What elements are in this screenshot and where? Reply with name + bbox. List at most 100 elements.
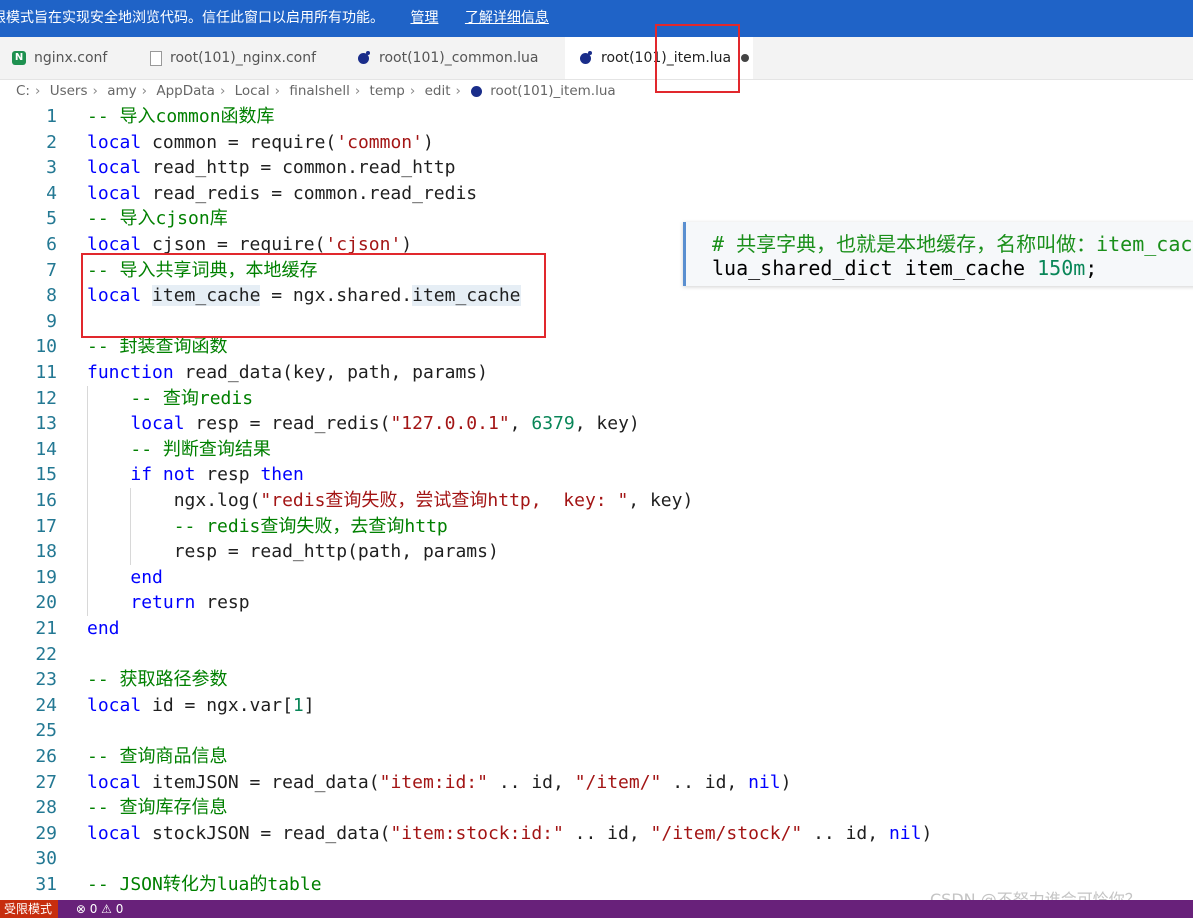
code-token: "127.0.0.1" (390, 413, 510, 435)
code-line[interactable]: 22 (0, 642, 1193, 668)
code-line[interactable]: 8 local item_cache = ngx.shared.item_cach… (0, 283, 1193, 309)
code-line[interactable]: 25 (0, 718, 1193, 744)
code-line[interactable]: 4 local read_redis = common.read_redis (0, 181, 1193, 207)
learn-more-link[interactable]: 了解详细信息 (465, 10, 549, 26)
line-number: 20 (35, 592, 57, 614)
code-text: local stockJSON = read_data("item:stock:… (87, 821, 932, 847)
tab-root-nginx-conf[interactable]: root(101)_nginx.conf (150, 37, 335, 79)
breadcrumb-item[interactable]: Users (50, 83, 88, 99)
line-number: 26 (35, 746, 57, 767)
code-line[interactable]: 21 end (0, 616, 1193, 642)
code-line[interactable]: 15 if not resp then (0, 462, 1193, 488)
code-line[interactable]: 30 (0, 846, 1193, 872)
popup-code-size: 150m (1037, 256, 1086, 280)
line-number: 2 (46, 131, 57, 153)
lua-icon (357, 51, 371, 65)
breadcrumb-item[interactable]: Local (235, 83, 270, 99)
tab-label: root(101)_item.lua (601, 50, 732, 66)
breadcrumb-item[interactable]: C: (16, 83, 30, 99)
breadcrumb-item[interactable]: root(101)_item.lua (490, 83, 616, 99)
code-line[interactable]: 2 local common = require('common') (0, 130, 1193, 156)
chevron-right-icon: › (274, 83, 281, 99)
code-line[interactable]: 1 -- 导入common函数库 (0, 104, 1193, 130)
breadcrumb-item[interactable]: AppData (156, 83, 215, 99)
code-line[interactable]: 20 return resp (0, 590, 1193, 616)
tab-nginx-conf[interactable]: Nnginx.conf (12, 37, 132, 79)
code-text: -- JSON转化为lua的table (87, 872, 322, 898)
code-token: -- 封装查询函数 (87, 336, 228, 358)
editor-tab-bar: Nnginx.conf root(101)_nginx.conf root(10… (0, 37, 1193, 80)
banner-message: 限模式旨在实现安全地浏览代码。信任此窗口以启用所有功能。 (0, 10, 384, 26)
line-number: 16 (35, 490, 57, 511)
code-line[interactable]: 16 ngx.log("redis查询失败，尝试查询http, key: ", … (0, 488, 1193, 514)
breadcrumb-item[interactable]: temp (370, 83, 405, 99)
line-number: 28 (35, 797, 57, 819)
code-token: cjson = require( (141, 234, 326, 255)
code-line[interactable]: 12 -- 查询redis (0, 385, 1193, 412)
code-line[interactable]: 11 function read_data(key, path, params) (0, 360, 1193, 386)
code-token: local (87, 285, 142, 307)
code-text: -- 获取路径参数 (87, 667, 228, 693)
code-text: -- 查询商品信息 (87, 744, 228, 770)
code-token: -- 判断查询结果 (130, 438, 271, 460)
popup-comment: # 共享字典，也就是本地缓存，名称叫做：item_cache，大小为150m (712, 232, 1193, 256)
line-number: 31 (35, 874, 57, 895)
tab-root-item-lua[interactable]: root(101)_item.lua (565, 37, 753, 79)
code-token: ) (780, 771, 792, 793)
code-text: local item_cache = ngx.shared.item_cache (87, 283, 521, 309)
tab-root-common-lua[interactable]: root(101)_common.lua (357, 37, 557, 79)
code-token: ) (921, 822, 933, 844)
breadcrumb-item[interactable]: edit (425, 83, 451, 99)
line-number: 13 (35, 413, 57, 435)
tab-label: root(101)_common.lua (379, 50, 539, 66)
code-line[interactable]: 29 local stockJSON = read_data("item:stoc… (0, 821, 1193, 847)
code-line[interactable]: 17 -- redis查询失败，去查询http (0, 513, 1193, 540)
code-line[interactable]: 19 end (0, 564, 1193, 591)
code-token: id = ngx.var[ (141, 694, 293, 716)
chevron-right-icon: › (141, 83, 148, 99)
code-token: = ngx.shared. (260, 285, 413, 307)
code-token: "item:id:" (379, 771, 488, 793)
code-line[interactable]: 9 (0, 309, 1193, 335)
code-token: return (130, 592, 196, 614)
line-number: 3 (46, 157, 57, 179)
code-line[interactable]: 28 -- 查询库存信息 (0, 795, 1193, 821)
code-line[interactable]: 24 local id = ngx.var[1] (0, 693, 1193, 719)
code-token: -- 导入common函数库 (87, 106, 275, 127)
breadcrumb-item[interactable]: finalshell (289, 83, 349, 99)
code-text: -- 封装查询函数 (87, 334, 228, 360)
code-line[interactable]: 26 -- 查询商品信息 (0, 744, 1193, 770)
code-text: end (87, 565, 163, 591)
manage-link[interactable]: 管理 (410, 10, 438, 26)
code-token: ) (401, 234, 413, 255)
code-text: -- 查询库存信息 (87, 795, 228, 821)
line-number: 21 (35, 618, 57, 639)
chevron-right-icon: › (92, 83, 98, 99)
tab-label: root(101)_nginx.conf (170, 50, 317, 66)
restricted-mode-indicator[interactable]: 受限模式 (0, 900, 59, 918)
line-number: 22 (35, 643, 57, 665)
code-line[interactable]: 14 -- 判断查询结果 (0, 436, 1193, 463)
code-text: local resp = read_redis("127.0.0.1", 637… (87, 411, 639, 437)
popup-code: lua_shared_dict item_cache 150m; (712, 256, 1097, 280)
unsaved-changes-dot[interactable] (741, 54, 750, 62)
code-text: -- 导入共享词典，本地缓存 (87, 258, 318, 284)
code-line[interactable]: 27 local itemJSON = read_data("item:id:" … (0, 770, 1193, 796)
breadcrumb-item[interactable]: amy (107, 83, 136, 99)
code-text: -- redis查询失败，去查询http (87, 514, 448, 540)
problems-indicator[interactable]: ⊗ 0 ⚠ 0 (76, 902, 124, 916)
code-line[interactable]: 23 -- 获取路径参数 (0, 667, 1193, 693)
code-token: , key) (628, 490, 694, 511)
line-number: 12 (35, 387, 57, 409)
code-line[interactable]: 13 local resp = read_redis("127.0.0.1", … (0, 411, 1193, 437)
code-text: local itemJSON = read_data("item:id:" ..… (87, 770, 791, 796)
code-token: function (87, 362, 174, 383)
code-token: local (87, 182, 142, 204)
code-line[interactable]: 18 resp = read_http(path, params) (0, 539, 1193, 565)
code-line[interactable]: 10 -- 封装查询函数 (0, 334, 1193, 360)
code-line[interactable]: 3 local read_http = common.read_http (0, 155, 1193, 181)
line-number: 4 (46, 182, 57, 204)
